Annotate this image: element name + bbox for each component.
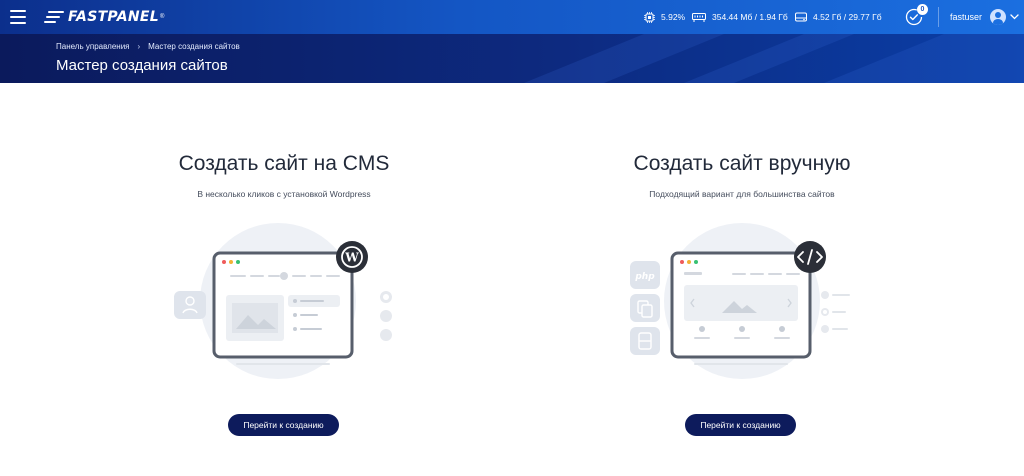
tasks-count-badge: 0	[917, 4, 928, 15]
breadcrumb-current: Мастер создания сайтов	[148, 42, 240, 51]
manual-site-card: Создать сайт вручную Подходящий вариант …	[486, 83, 998, 476]
user-icon	[990, 9, 1007, 25]
cpu-icon	[644, 11, 655, 23]
disk-icon	[795, 12, 807, 22]
php-label: php	[634, 272, 655, 282]
divider	[938, 7, 939, 27]
manual-illustration: php	[630, 223, 850, 379]
logo-text: FASTPANEL	[68, 9, 159, 25]
menu-icon[interactable]	[10, 10, 26, 24]
chevron-down-icon	[1010, 14, 1019, 20]
cms-card-subtitle: В несколько кликов с установкой Wordpres…	[197, 189, 371, 199]
ram-usage[interactable]: 354.44 Мб / 1.94 Гб	[692, 10, 788, 24]
ram-icon	[692, 13, 706, 22]
logo-mark-icon	[44, 10, 64, 24]
top-bar: FASTPANEL ® 5.92% 354.44 Мб / 1.94 Гб 4.5…	[0, 0, 1024, 34]
cpu-value: 5.92%	[661, 12, 686, 22]
code-icon	[794, 241, 826, 273]
manual-card-title: Создать сайт вручную	[633, 152, 851, 175]
cms-site-card: Создать сайт на CMS В несколько кликов с…	[28, 83, 540, 476]
user-menu[interactable]: fastuser	[950, 8, 1019, 26]
disk-value: 4.52 Гб / 29.77 Гб	[813, 12, 882, 22]
cpu-usage[interactable]: 5.92%	[644, 10, 685, 24]
manual-card-subtitle: Подходящий вариант для большинства сайто…	[649, 189, 835, 199]
breadcrumb-home-link[interactable]: Панель управления	[56, 42, 130, 51]
disk-usage[interactable]: 4.52 Гб / 29.77 Гб	[795, 10, 882, 24]
svg-text:W: W	[344, 251, 359, 265]
page-title: Мастер создания сайтов	[56, 57, 228, 74]
cms-illustration: W	[174, 223, 392, 379]
username: fastuser	[950, 12, 983, 22]
wordpress-icon: W	[336, 241, 368, 273]
logo-registered: ®	[159, 14, 165, 20]
breadcrumb-separator: ›	[137, 42, 141, 51]
fastpanel-logo[interactable]: FASTPANEL ®	[44, 8, 164, 26]
header-decoration	[524, 34, 1024, 83]
breadcrumb: Панель управления › Мастер создания сайт…	[56, 42, 240, 51]
cms-card-title: Создать сайт на CMS	[178, 152, 390, 175]
ram-value: 354.44 Мб / 1.94 Гб	[712, 12, 788, 22]
cms-create-button[interactable]: Перейти к созданию	[228, 414, 339, 436]
manual-create-button[interactable]: Перейти к созданию	[685, 414, 796, 436]
page-header: Панель управления › Мастер создания сайт…	[0, 34, 1024, 83]
